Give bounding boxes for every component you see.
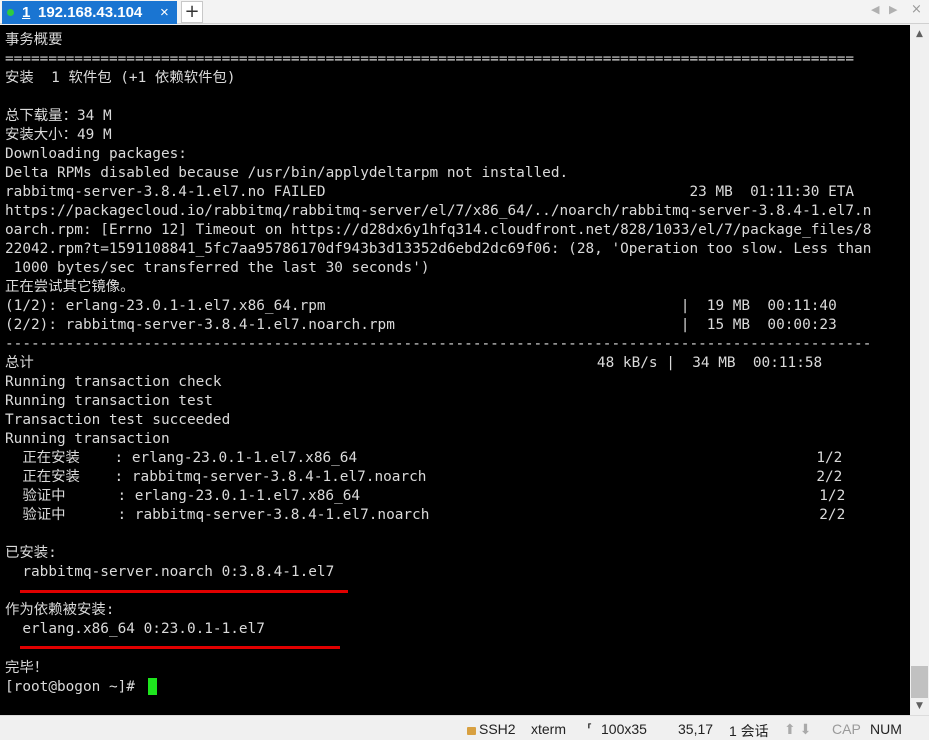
num-lock-status: NUM [870,721,902,737]
terminal-line: 安装 1 软件包 (+1 依赖软件包) [5,70,236,87]
terminal-line: 验证中 : erlang-23.0.1-1.el7.x86_64 1/2 [5,488,846,505]
terminal-line: 已安装: [5,545,57,562]
tab-scroll-left-icon[interactable]: ◀ [871,3,879,16]
cursor-position-status: 35,17 [678,721,714,737]
tab-bar: 1 192.168.43.104 × + ◀ ▶ × [0,0,929,24]
terminal-line: 正在尝试其它镜像。 [5,279,135,296]
terminal-line: [root@bogon ~]# [5,678,144,695]
terminal-line: (1/2): erlang-23.0.1-1.el7.x86_64.rpm | … [5,298,837,315]
terminal-line: 1000 bytes/sec transferred the last 30 s… [5,260,430,277]
terminal-lines: 事务概要 ====================================… [5,31,871,697]
terminal-line: rabbitmq-server-3.8.4-1.el7.no FAILED 23… [5,184,855,201]
tab-host-label: 192.168.43.104 [38,4,143,21]
terminal-output[interactable]: 事务概要 ====================================… [0,25,910,715]
caps-lock-status: CAP [832,721,861,737]
terminal-line: Running transaction [5,431,170,448]
tab-scroll-right-icon[interactable]: ▶ [889,3,897,16]
tab-number: 1 [22,4,31,21]
lock-icon [467,727,476,735]
terminal-cursor [148,678,157,695]
terminal-line: 完毕！ [5,659,49,676]
tab-close-icon[interactable]: × [160,1,169,24]
session-count-status: 1 会话 [729,723,769,739]
dependency-package-underline [20,646,340,649]
terminal-line: 作为依赖被安装: [5,602,115,619]
window-size-icon: ⸢ [587,721,593,737]
session-tab[interactable]: 1 192.168.43.104 × [2,1,177,24]
window-size-status: 100x35 [601,721,647,737]
terminal-line: Downloading packages: [5,146,187,163]
terminal-line: oarch.rpm: [Errno 12] Timeout on https:/… [5,222,872,239]
terminal-line: (2/2): rabbitmq-server-3.8.4-1.el7.noarc… [5,317,837,334]
terminal-line: Delta RPMs disabled because /usr/bin/app… [5,165,569,182]
terminal-line: 事务概要 [5,32,63,48]
terminal-line: erlang.x86_64 0:23.0.1-1.el7 [5,621,265,638]
terminal-line: ========================================… [5,51,855,68]
connection-status-icon [7,9,14,16]
transfer-arrows-icon: ⬆ ⬇ [784,721,812,737]
scroll-thumb[interactable] [911,666,928,698]
scroll-down-icon[interactable]: ▼ [910,698,929,715]
terminal-type-status: xterm [531,721,566,737]
terminal-line: Running transaction check [5,374,222,391]
terminal-line: 总计 48 kB/s | 34 MB 00:11:58 [5,355,823,372]
status-bar: SSH2 xterm ⸢ 100x35 35,17 1 会话 ⬆ ⬇ CAP N… [0,715,929,740]
terminal-line: 正在安装 : rabbitmq-server-3.8.4-1.el7.noarc… [5,469,843,486]
terminal-line: rabbitmq-server.noarch 0:3.8.4-1.el7 [5,564,335,581]
terminal-line: https://packagecloud.io/rabbitmq/rabbitm… [5,203,872,220]
installed-package-underline [20,590,348,593]
new-tab-button[interactable]: + [181,1,203,23]
terminal-line: 安装大小：49 M [5,127,112,144]
vertical-scrollbar[interactable]: ▲ ▼ [910,25,929,715]
terminal-line: Running transaction test [5,393,213,410]
terminal-line: 总下载量：34 M [5,108,112,125]
terminal-line: ----------------------------------------… [5,336,872,353]
terminal-line: 验证中 : rabbitmq-server-3.8.4-1.el7.noarch… [5,507,846,524]
terminal-line: 22042.rpm?t=1591108841_5fc7aa95786170df9… [5,241,872,258]
scroll-up-icon[interactable]: ▲ [910,25,929,43]
protocol-status: SSH2 [467,721,516,737]
close-all-icon[interactable]: × [911,2,922,17]
terminal-line: Transaction test succeeded [5,412,231,429]
terminal-line: 正在安装 : erlang-23.0.1-1.el7.x86_64 1/2 [5,450,843,467]
